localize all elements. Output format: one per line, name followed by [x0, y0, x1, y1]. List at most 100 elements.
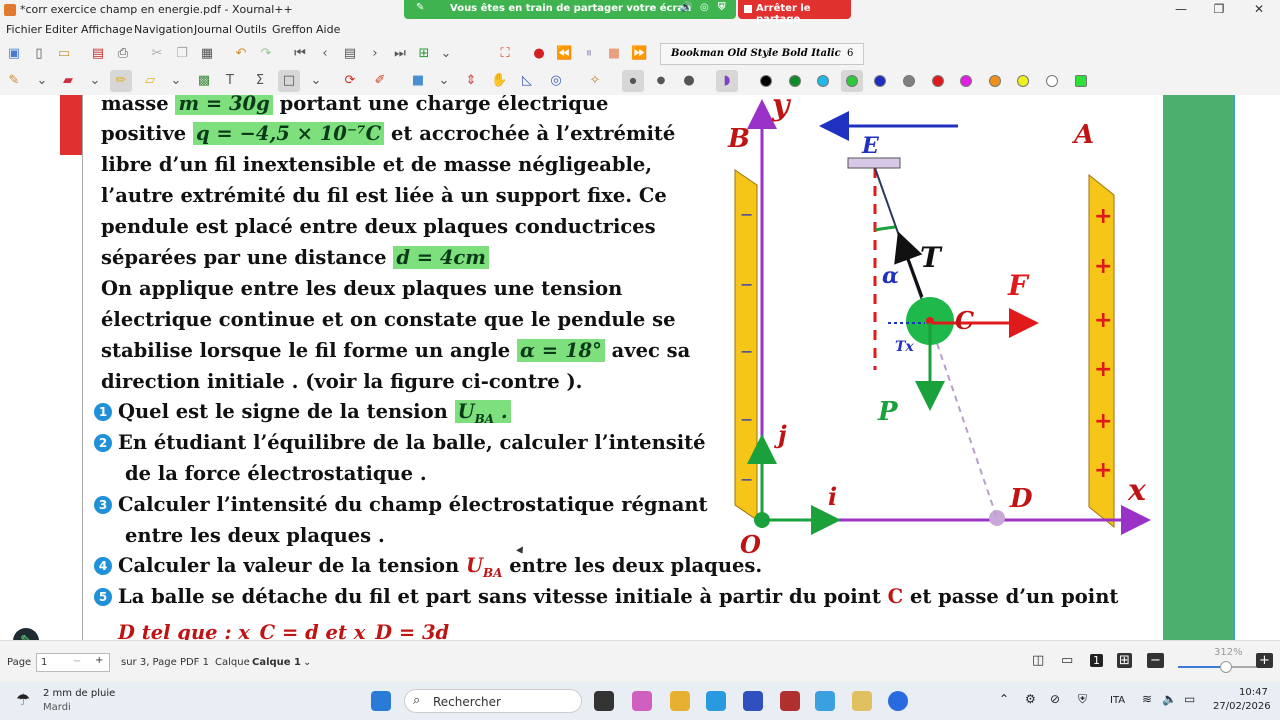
edge-icon[interactable] — [706, 691, 726, 711]
pen-dropdown-icon[interactable]: ⌄ — [34, 73, 50, 89]
zoom-out-icon[interactable]: − — [1147, 653, 1164, 668]
undo-icon[interactable]: ↶ — [233, 46, 249, 62]
text-tool-icon[interactable]: T — [222, 73, 238, 89]
vertical-space-icon[interactable]: ■ — [410, 73, 426, 89]
tray-shield-icon[interactable]: ⛨ — [1078, 692, 1087, 707]
zoom-in-icon[interactable]: + — [1256, 653, 1273, 668]
menu-greffon[interactable]: Greffon — [272, 23, 313, 36]
color-swatch[interactable] — [1017, 75, 1029, 87]
clock-time[interactable]: 10:47 — [1239, 687, 1268, 698]
new-document-icon[interactable]: ▯ — [31, 46, 47, 62]
wifi-icon[interactable]: ≋ — [1142, 692, 1152, 706]
start-icon[interactable] — [371, 691, 391, 711]
snipping-tool-icon[interactable] — [815, 691, 835, 711]
file-explorer-icon[interactable] — [670, 691, 690, 711]
color-swatch[interactable] — [1046, 75, 1058, 87]
open-folder-icon[interactable]: ▭ — [56, 46, 72, 62]
close-button[interactable]: ✕ — [1244, 2, 1274, 18]
rectangle-icon[interactable]: □ — [281, 73, 297, 89]
eraser-dropdown-icon[interactable]: ⌄ — [87, 73, 103, 89]
redo-icon[interactable]: ↷ — [258, 46, 274, 62]
pdf-app-icon[interactable] — [780, 691, 800, 711]
layer-dropdown-icon[interactable]: ⌄ — [303, 657, 311, 668]
page-number-input[interactable]: 1 − + — [36, 653, 110, 672]
xournal-taskbar-icon[interactable] — [852, 691, 872, 711]
tray-chevron-icon[interactable]: ⌃ — [999, 692, 1009, 706]
menu-editer[interactable]: Editer — [45, 23, 78, 36]
page-increment-icon[interactable]: + — [95, 655, 103, 666]
shape-recognizer-icon[interactable]: ✐ — [372, 73, 388, 89]
insert-page-icon[interactable]: ⊞ — [416, 46, 432, 62]
minimize-button[interactable]: — — [1166, 2, 1196, 18]
language-indicator[interactable]: ITA — [1110, 695, 1125, 706]
color-swatch[interactable] — [846, 75, 858, 87]
menu-outils[interactable]: Outils — [235, 23, 267, 36]
sound-icon[interactable]: 🔊 — [680, 2, 692, 13]
highlighter-icon[interactable]: ✏ — [113, 73, 129, 89]
latex-icon[interactable]: Σ — [252, 73, 268, 89]
thickness-fine-icon[interactable]: ● — [625, 73, 641, 89]
paste-icon[interactable]: ▦ — [199, 46, 215, 62]
copilot-icon[interactable] — [632, 691, 652, 711]
stop-icon[interactable]: ■ — [606, 46, 622, 62]
task-view-icon[interactable] — [594, 691, 614, 711]
color-swatch[interactable] — [817, 75, 829, 87]
cut-icon[interactable]: ✂ — [149, 46, 165, 62]
menu-navigation[interactable]: Navigation — [134, 23, 193, 36]
fill-icon[interactable]: ◗ — [719, 73, 735, 89]
color-swatch[interactable] — [789, 75, 801, 87]
store-icon[interactable] — [743, 691, 763, 711]
eraser-icon[interactable]: ▰ — [60, 73, 76, 89]
zoom-app-icon[interactable] — [888, 691, 908, 711]
color-swatch[interactable] — [760, 75, 772, 87]
ruler-icon[interactable]: ⟳ — [342, 73, 358, 89]
color-swatch[interactable] — [903, 75, 915, 87]
vertical-dropdown-icon[interactable]: ⌄ — [436, 73, 452, 89]
insert-page-dropdown-icon[interactable]: ⌄ — [438, 46, 454, 62]
maximize-button[interactable]: ❐ — [1204, 2, 1234, 18]
menu-affichage[interactable]: Affichage — [81, 23, 133, 36]
copy-icon[interactable]: ❐ — [174, 46, 190, 62]
previous-page-icon[interactable]: ‹ — [317, 46, 333, 62]
save-icon[interactable]: ▣ — [6, 46, 22, 62]
print-icon[interactable]: ⎙ — [115, 46, 131, 62]
fullscreen-icon[interactable]: ⛶ — [497, 46, 513, 62]
hand-tool-icon[interactable]: ✋ — [491, 73, 507, 89]
page-decrement-icon[interactable]: − — [73, 656, 81, 667]
document-canvas[interactable]: masse m = 30g portant une charge électri… — [0, 95, 1280, 640]
menu-aide[interactable]: Aide — [316, 23, 340, 36]
rewind-icon[interactable]: ⏪ — [556, 46, 572, 62]
pen-icon[interactable]: ✎ — [6, 73, 22, 89]
layer-selector[interactable]: Calque 1 — [252, 657, 301, 668]
zoom-slider[interactable] — [1178, 661, 1256, 673]
compass-icon[interactable]: ◎ — [548, 73, 564, 89]
two-page-view-icon[interactable]: ◫ — [1032, 653, 1044, 668]
fit-page-icon[interactable]: ⊞ — [1117, 653, 1132, 668]
setsquare-icon[interactable]: ◺ — [519, 73, 535, 89]
font-selector[interactable]: Bookman Old Style Bold Italic 6 — [660, 43, 864, 65]
presentation-icon[interactable]: ▭ — [1061, 653, 1073, 668]
vertical-space-tool-icon[interactable]: ⇕ — [463, 73, 479, 89]
pause-icon[interactable]: ⏸ — [581, 46, 597, 62]
shape-dropdown-icon[interactable]: ⌄ — [308, 73, 324, 89]
color-swatch[interactable] — [874, 75, 886, 87]
record-icon[interactable]: ● — [531, 46, 547, 62]
thickness-thick-icon[interactable]: ● — [681, 73, 697, 89]
stop-share-button[interactable]: Arrêter le partage — [738, 0, 851, 25]
color-swatch[interactable] — [989, 75, 1001, 87]
tray-app-icon[interactable]: ⚙ — [1025, 692, 1036, 706]
color-swatch[interactable] — [960, 75, 972, 87]
last-page-icon[interactable]: ⏭ — [392, 46, 408, 62]
select-object-icon[interactable]: ▱ — [142, 73, 158, 89]
weather-icon[interactable]: ☂ — [16, 690, 30, 709]
zoom-slider-knob[interactable] — [1220, 661, 1233, 673]
settings-icon[interactable]: ◎ — [700, 2, 709, 13]
taskbar-search[interactable]: ⌕ Rechercher — [404, 689, 582, 713]
goto-page-icon[interactable]: ▤ — [342, 46, 358, 62]
export-pdf-icon[interactable]: ▤ — [90, 46, 106, 62]
fast-forward-icon[interactable]: ⏩ — [631, 46, 647, 62]
color-swatch[interactable] — [1075, 75, 1087, 87]
thickness-medium-icon[interactable]: ● — [653, 73, 669, 89]
shield-icon[interactable]: ⛨ — [718, 2, 726, 13]
single-page-icon[interactable]: 1 — [1090, 654, 1103, 667]
